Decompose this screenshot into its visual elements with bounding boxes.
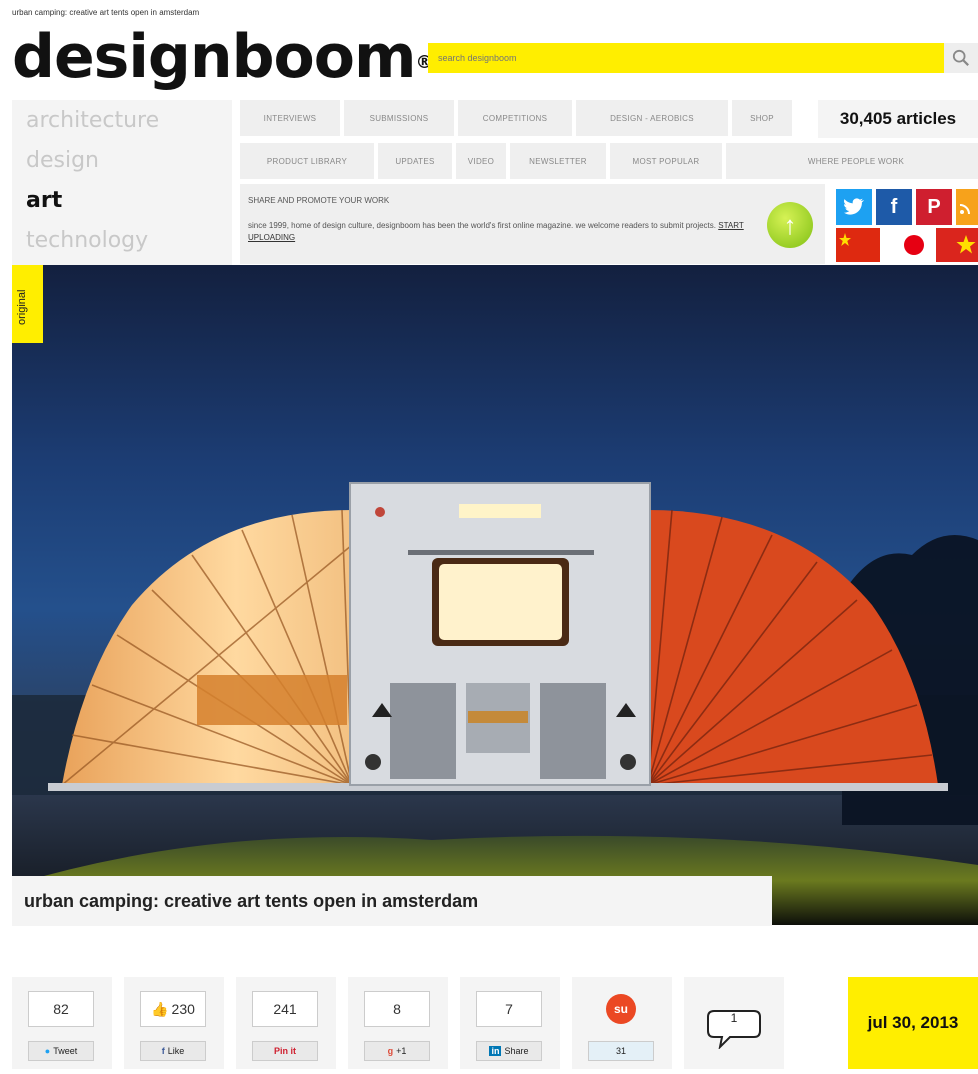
thumbs-up-icon: 👍 <box>151 1000 169 1017</box>
original-tag-label: original <box>16 289 28 325</box>
nav-competitions[interactable]: COMPETITIONS <box>458 100 572 136</box>
nav-newsletter[interactable]: NEWSLETTER <box>510 143 606 179</box>
nav-row-1: INTERVIEWS SUBMISSIONS COMPETITIONS DESI… <box>240 100 792 136</box>
japan-flag[interactable] <box>886 228 930 262</box>
stumbleupon-button[interactable]: 31 <box>588 1041 654 1061</box>
nav-video[interactable]: VIDEO <box>456 143 506 179</box>
comments-widget[interactable]: 1 <box>684 977 784 1069</box>
nav-interviews[interactable]: INTERVIEWS <box>240 100 340 136</box>
category-architecture[interactable]: architecture <box>26 108 159 133</box>
promo-text: since 1999, home of design culture, desi… <box>248 220 748 244</box>
facebook-icon[interactable]: f <box>876 189 912 225</box>
nav-where-people-work[interactable]: WHERE PEOPLE WORK <box>726 143 978 179</box>
category-design[interactable]: design <box>26 148 99 173</box>
articles-count: 30,405 articles <box>818 100 978 138</box>
linkedin-label: Share <box>504 1046 529 1056</box>
twitter-small-icon: ● <box>44 1046 51 1056</box>
designboom-logo[interactable]: designboom® <box>12 22 434 92</box>
article-title[interactable]: urban camping: creative art tents open i… <box>12 876 772 926</box>
search-button[interactable] <box>944 43 978 73</box>
plusone-count: 8 <box>364 991 430 1027</box>
like-label: Like <box>167 1046 185 1056</box>
category-technology[interactable]: technology <box>26 228 148 253</box>
comment-count: 1 <box>730 1011 738 1025</box>
stumbleupon-badge: su <box>588 991 654 1027</box>
pinterest-icon[interactable]: P <box>916 189 952 225</box>
search-icon <box>952 49 969 66</box>
google-icon: g <box>387 1046 394 1056</box>
plusone-widget: 8 g +1 <box>348 977 448 1069</box>
promo-title: SHARE AND PROMOTE YOUR WORK <box>248 196 390 205</box>
pin-widget: 241 Pin it <box>236 977 336 1069</box>
china-flag[interactable] <box>836 228 880 262</box>
vietnam-flag[interactable] <box>936 228 978 262</box>
plusone-button[interactable]: g +1 <box>364 1041 430 1061</box>
nav-design-aerobics[interactable]: DESIGN - AEROBICS <box>576 100 728 136</box>
plusone-label: +1 <box>396 1046 407 1056</box>
category-nav: architecture design art technology <box>12 100 232 265</box>
linkedin-widget: 7 in Share <box>460 977 560 1069</box>
pin-count: 241 <box>252 991 318 1027</box>
upload-icon[interactable]: ↑ <box>767 202 813 248</box>
category-art[interactable]: art <box>26 188 62 213</box>
stumbleupon-icon: su <box>606 994 636 1024</box>
hero-image[interactable] <box>12 265 978 925</box>
rss-icon[interactable] <box>956 189 978 225</box>
tweet-button[interactable]: ● Tweet <box>28 1041 94 1061</box>
facebook-small-icon: f <box>161 1046 165 1056</box>
pin-it-button[interactable]: Pin it <box>252 1041 318 1061</box>
tweet-widget: 82 ● Tweet <box>12 977 112 1069</box>
tweet-count: 82 <box>28 991 94 1027</box>
linkedin-share-button[interactable]: in Share <box>476 1041 542 1061</box>
logo-text: designboom <box>12 22 416 92</box>
like-count: 👍 230 <box>140 991 206 1027</box>
linkedin-icon: in <box>489 1046 502 1056</box>
like-count-value: 230 <box>171 1001 195 1017</box>
nav-updates[interactable]: UPDATES <box>378 143 452 179</box>
nav-row-2: PRODUCT LIBRARY UPDATES VIDEO NEWSLETTER… <box>240 143 978 179</box>
pin-label: Pin it <box>274 1046 296 1056</box>
like-widget: 👍 230 f Like <box>124 977 224 1069</box>
article-date: jul 30, 2013 <box>848 977 978 1069</box>
tweet-label: Tweet <box>53 1046 78 1056</box>
breadcrumb: urban camping: creative art tents open i… <box>12 8 200 17</box>
original-tag: original <box>12 265 43 343</box>
nav-most-popular[interactable]: MOST POPULAR <box>610 143 722 179</box>
twitter-icon[interactable] <box>836 189 872 225</box>
nav-submissions[interactable]: SUBMISSIONS <box>344 100 454 136</box>
nav-product-library[interactable]: PRODUCT LIBRARY <box>240 143 374 179</box>
linkedin-count: 7 <box>476 991 542 1027</box>
like-button[interactable]: f Like <box>140 1041 206 1061</box>
promo-body: since 1999, home of design culture, desi… <box>248 221 716 230</box>
art-tent-photo <box>12 482 978 925</box>
nav-shop[interactable]: SHOP <box>732 100 792 136</box>
stumbleupon-widget: su 31 <box>572 977 672 1069</box>
search-input[interactable] <box>428 43 944 73</box>
promo-box: SHARE AND PROMOTE YOUR WORK since 1999, … <box>240 184 825 264</box>
